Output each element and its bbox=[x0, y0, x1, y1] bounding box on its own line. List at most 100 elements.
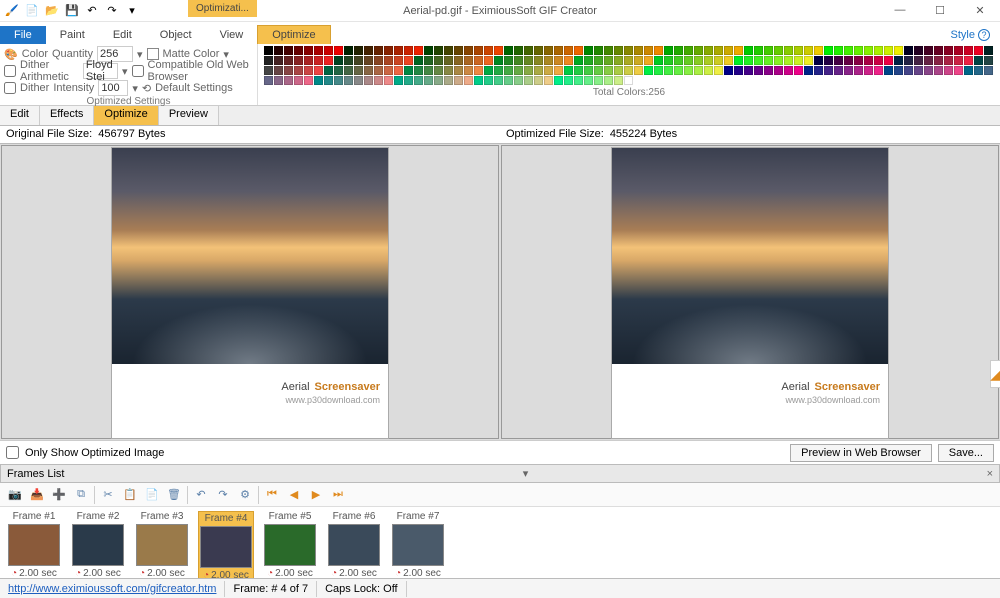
close-button[interactable]: ✕ bbox=[960, 4, 1000, 17]
palette-swatch[interactable] bbox=[844, 66, 853, 75]
palette-swatch[interactable] bbox=[954, 56, 963, 65]
color-palette[interactable] bbox=[264, 46, 994, 85]
palette-swatch[interactable] bbox=[274, 56, 283, 65]
palette-swatch[interactable] bbox=[524, 56, 533, 65]
palette-swatch[interactable] bbox=[944, 56, 953, 65]
qat-undo-icon[interactable]: ↶ bbox=[84, 3, 100, 19]
palette-swatch[interactable] bbox=[284, 46, 293, 55]
only-optimized-checkbox[interactable] bbox=[6, 446, 19, 459]
palette-swatch[interactable] bbox=[654, 56, 663, 65]
paste-icon[interactable]: 📄 bbox=[143, 486, 161, 504]
palette-swatch[interactable] bbox=[674, 46, 683, 55]
palette-swatch[interactable] bbox=[524, 46, 533, 55]
palette-swatch[interactable] bbox=[384, 76, 393, 85]
palette-swatch[interactable] bbox=[704, 46, 713, 55]
palette-swatch[interactable] bbox=[734, 66, 743, 75]
palette-swatch[interactable] bbox=[594, 66, 603, 75]
frame-item[interactable]: Frame #52.00 sec bbox=[262, 511, 318, 585]
palette-swatch[interactable] bbox=[884, 66, 893, 75]
palette-swatch[interactable] bbox=[374, 46, 383, 55]
palette-swatch[interactable] bbox=[494, 46, 503, 55]
palette-swatch[interactable] bbox=[364, 76, 373, 85]
redo2-icon[interactable]: ↷ bbox=[214, 486, 232, 504]
palette-swatch[interactable] bbox=[844, 56, 853, 65]
palette-swatch[interactable] bbox=[284, 56, 293, 65]
palette-swatch[interactable] bbox=[534, 76, 543, 85]
palette-swatch[interactable] bbox=[384, 46, 393, 55]
palette-swatch[interactable] bbox=[694, 66, 703, 75]
frame-item[interactable]: Frame #62.00 sec bbox=[326, 511, 382, 585]
palette-swatch[interactable] bbox=[504, 66, 513, 75]
palette-swatch[interactable] bbox=[704, 56, 713, 65]
palette-swatch[interactable] bbox=[474, 46, 483, 55]
qat-save-icon[interactable]: 💾 bbox=[64, 3, 80, 19]
palette-swatch[interactable] bbox=[674, 56, 683, 65]
last-frame-icon[interactable]: ⏭ bbox=[329, 486, 347, 504]
palette-swatch[interactable] bbox=[274, 66, 283, 75]
palette-swatch[interactable] bbox=[464, 56, 473, 65]
palette-swatch[interactable] bbox=[644, 66, 653, 75]
palette-swatch[interactable] bbox=[474, 76, 483, 85]
palette-swatch[interactable] bbox=[894, 66, 903, 75]
palette-swatch[interactable] bbox=[694, 46, 703, 55]
palette-swatch[interactable] bbox=[944, 66, 953, 75]
palette-swatch[interactable] bbox=[314, 76, 323, 85]
palette-swatch[interactable] bbox=[924, 66, 933, 75]
palette-swatch[interactable] bbox=[314, 46, 323, 55]
palette-swatch[interactable] bbox=[974, 66, 983, 75]
palette-swatch[interactable] bbox=[544, 66, 553, 75]
palette-swatch[interactable] bbox=[554, 76, 563, 85]
palette-swatch[interactable] bbox=[694, 56, 703, 65]
palette-swatch[interactable] bbox=[544, 76, 553, 85]
palette-swatch[interactable] bbox=[484, 56, 493, 65]
side-flyout-tab[interactable]: ◢ bbox=[990, 360, 1000, 388]
palette-swatch[interactable] bbox=[474, 56, 483, 65]
palette-swatch[interactable] bbox=[564, 76, 573, 85]
palette-swatch[interactable] bbox=[584, 66, 593, 75]
palette-swatch[interactable] bbox=[434, 66, 443, 75]
subtab-optimize[interactable]: Optimize bbox=[94, 106, 158, 125]
palette-swatch[interactable] bbox=[454, 56, 463, 65]
intensity-spinner-icon[interactable]: ▾ bbox=[132, 82, 138, 95]
palette-swatch[interactable] bbox=[344, 66, 353, 75]
palette-swatch[interactable] bbox=[834, 46, 843, 55]
palette-swatch[interactable] bbox=[754, 66, 763, 75]
palette-swatch[interactable] bbox=[904, 56, 913, 65]
palette-swatch[interactable] bbox=[604, 76, 613, 85]
palette-swatch[interactable] bbox=[754, 56, 763, 65]
palette-swatch[interactable] bbox=[914, 46, 923, 55]
frames-close-icon[interactable]: × bbox=[987, 468, 993, 480]
palette-swatch[interactable] bbox=[284, 76, 293, 85]
palette-swatch[interactable] bbox=[684, 66, 693, 75]
palette-swatch[interactable] bbox=[494, 76, 503, 85]
palette-swatch[interactable] bbox=[584, 56, 593, 65]
palette-swatch[interactable] bbox=[454, 76, 463, 85]
dither-arith-dropdown-icon[interactable]: ▾ bbox=[122, 65, 128, 78]
palette-swatch[interactable] bbox=[804, 66, 813, 75]
palette-swatch[interactable] bbox=[744, 56, 753, 65]
palette-swatch[interactable] bbox=[384, 66, 393, 75]
dither-checkbox[interactable] bbox=[4, 82, 16, 94]
palette-swatch[interactable] bbox=[404, 56, 413, 65]
quantity-spinner-icon[interactable]: ▾ bbox=[137, 48, 143, 61]
palette-swatch[interactable] bbox=[714, 66, 723, 75]
palette-swatch[interactable] bbox=[474, 66, 483, 75]
palette-swatch[interactable] bbox=[284, 66, 293, 75]
palette-swatch[interactable] bbox=[814, 56, 823, 65]
delete-icon[interactable]: 🗑 bbox=[165, 486, 183, 504]
palette-swatch[interactable] bbox=[394, 76, 403, 85]
palette-swatch[interactable] bbox=[274, 46, 283, 55]
palette-swatch[interactable] bbox=[644, 46, 653, 55]
palette-swatch[interactable] bbox=[834, 56, 843, 65]
palette-swatch[interactable] bbox=[344, 76, 353, 85]
palette-swatch[interactable] bbox=[824, 66, 833, 75]
palette-swatch[interactable] bbox=[664, 56, 673, 65]
frame-item[interactable]: Frame #32.00 sec bbox=[134, 511, 190, 585]
palette-swatch[interactable] bbox=[304, 66, 313, 75]
palette-swatch[interactable] bbox=[824, 56, 833, 65]
palette-swatch[interactable] bbox=[324, 66, 333, 75]
palette-swatch[interactable] bbox=[814, 46, 823, 55]
palette-swatch[interactable] bbox=[434, 76, 443, 85]
palette-swatch[interactable] bbox=[634, 66, 643, 75]
subtab-preview[interactable]: Preview bbox=[159, 106, 219, 125]
